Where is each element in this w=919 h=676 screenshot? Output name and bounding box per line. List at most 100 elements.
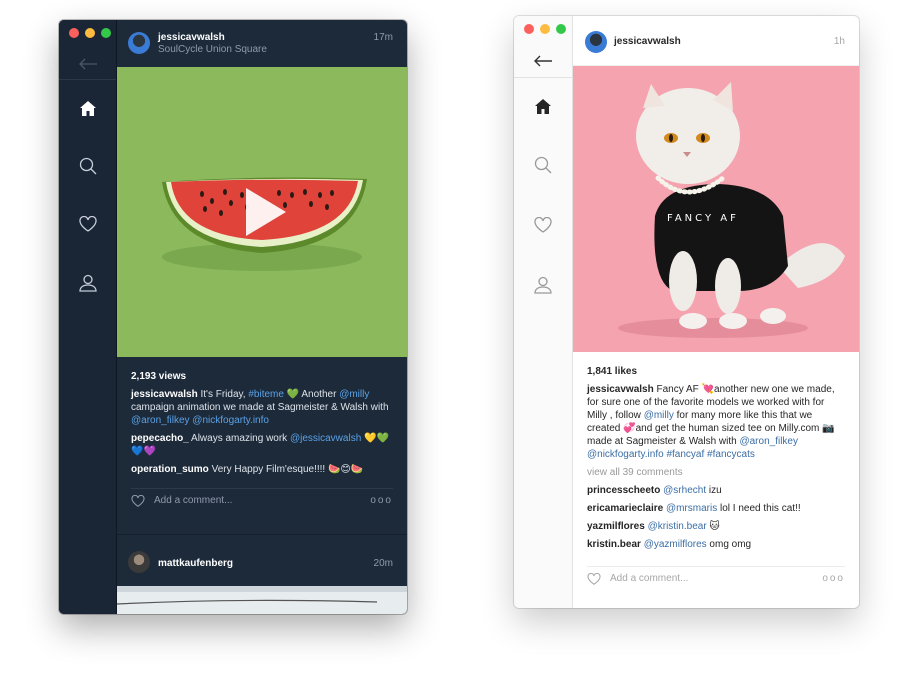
- mention-link[interactable]: @milly: [339, 389, 369, 400]
- back-arrow-icon: [78, 58, 97, 69]
- post-image[interactable]: [117, 586, 407, 614]
- comment-input[interactable]: Add a comment...: [154, 495, 370, 506]
- zoom-window-button[interactable]: [556, 24, 566, 34]
- comment-text: izu: [706, 485, 722, 496]
- post-video[interactable]: [117, 67, 407, 357]
- sidebar: [514, 16, 573, 608]
- search-icon: [534, 156, 552, 174]
- comment-text: Always amazing work: [188, 433, 290, 444]
- sidebar-item-search[interactable]: [514, 147, 572, 183]
- mention-link[interactable]: @kristin.bear: [648, 521, 707, 532]
- avatar[interactable]: [128, 32, 150, 54]
- heart-icon: [78, 216, 97, 232]
- window-controls: [524, 24, 566, 34]
- comment-item: ericamarieclaire @mrsmaris lol I need th…: [587, 502, 845, 515]
- comment-input[interactable]: Add a comment...: [610, 573, 822, 584]
- mention-link[interactable]: @yazmilflores: [644, 539, 707, 550]
- heart-icon[interactable]: [587, 572, 601, 585]
- comment-text: 🐱: [706, 521, 720, 532]
- hashtag-link[interactable]: #fancycats: [707, 449, 755, 460]
- hashtag-link[interactable]: #biteme: [248, 389, 284, 400]
- mention-link[interactable]: @aron_filkey: [739, 436, 798, 447]
- comment-item: yazmilflores @kristin.bear 🐱: [587, 520, 845, 533]
- sidebar-item-search[interactable]: [59, 148, 116, 184]
- feed: jessicavwalsh SoulCycle Union Square 17m: [117, 20, 407, 614]
- heart-icon[interactable]: [131, 494, 145, 507]
- minimize-window-button[interactable]: [540, 24, 550, 34]
- close-window-button[interactable]: [524, 24, 534, 34]
- play-icon[interactable]: [246, 188, 286, 236]
- home-icon: [79, 100, 96, 116]
- post-caption: jessicavwalsh Fancy AF 💘another new one …: [587, 383, 845, 461]
- comment-username[interactable]: ericamarieclaire: [587, 503, 663, 514]
- avatar[interactable]: [128, 551, 150, 573]
- post-image[interactable]: FANCY AF: [573, 66, 859, 352]
- more-icon[interactable]: ooo: [822, 573, 845, 584]
- home-icon: [535, 98, 551, 114]
- sidebar-item-profile[interactable]: [514, 267, 572, 303]
- post-time: 17m: [373, 32, 393, 43]
- sidebar-item-activity[interactable]: [59, 206, 116, 242]
- post-header: jessicavwalsh 1h: [573, 16, 859, 66]
- like-count[interactable]: 1,841 likes: [587, 365, 845, 378]
- view-count: 2,193 views: [131, 371, 187, 382]
- post-meta: 2,193 views jessicavwalsh It's Friday, #…: [131, 370, 393, 481]
- view-all-comments-link[interactable]: view all 39 comments: [587, 466, 845, 479]
- sketch-image: [117, 586, 407, 605]
- mention-link[interactable]: @aron_filkey: [131, 415, 190, 426]
- light-app-window: jessicavwalsh 1h FANCY AF 1,841 likes je…: [514, 16, 859, 608]
- comment-item: kristin.bear @yazmilflores omg omg: [587, 538, 845, 551]
- comment-text: lol I need this cat!!: [717, 503, 801, 514]
- caption-username[interactable]: jessicavwalsh: [131, 389, 198, 400]
- comment-username[interactable]: kristin.bear: [587, 539, 641, 550]
- avatar[interactable]: [585, 31, 607, 53]
- add-comment-bar: Add a comment... ooo: [131, 488, 393, 512]
- mention-link[interactable]: @srhecht: [663, 485, 706, 496]
- add-comment-bar: Add a comment... ooo: [587, 566, 845, 590]
- comment-item: pepecacho_ Always amazing work @jessicav…: [131, 432, 393, 458]
- feed: jessicavwalsh 1h FANCY AF 1,841 likes je…: [573, 16, 859, 608]
- search-icon: [79, 157, 96, 175]
- post-username[interactable]: mattkaufenberg: [158, 558, 233, 569]
- comment-username[interactable]: yazmilflores: [587, 521, 645, 532]
- user-icon: [534, 276, 552, 294]
- sidebar-item-profile[interactable]: [59, 265, 116, 301]
- more-icon[interactable]: ooo: [370, 495, 393, 506]
- caption-text: campaign animation we made at Sagmeister…: [131, 402, 389, 413]
- post-username[interactable]: jessicavwalsh: [614, 36, 681, 47]
- mention-link[interactable]: @jessicavwalsh: [290, 433, 361, 444]
- sidebar-item-activity[interactable]: [514, 207, 572, 243]
- comment-username[interactable]: pepecacho_: [131, 433, 189, 444]
- zoom-window-button[interactable]: [101, 28, 111, 38]
- back-arrow-icon: [534, 55, 552, 66]
- post-divider: [117, 534, 407, 535]
- back-button[interactable]: [59, 48, 116, 80]
- post-username[interactable]: jessicavwalsh: [158, 32, 225, 43]
- post-time: 20m: [373, 558, 393, 569]
- mention-link[interactable]: @nickfogarty.info: [192, 415, 269, 426]
- comment-username[interactable]: operation_sumo: [131, 464, 209, 475]
- sidebar: [59, 20, 117, 614]
- comment-item: operation_sumo Very Happy Film'esque!!!!…: [131, 463, 393, 476]
- back-button[interactable]: [514, 44, 572, 78]
- comment-text: omg omg: [706, 539, 752, 550]
- mention-link[interactable]: @mrsmaris: [666, 503, 717, 514]
- minimize-window-button[interactable]: [85, 28, 95, 38]
- comment-item: princesscheeto @srhecht izu: [587, 484, 845, 497]
- post-location[interactable]: SoulCycle Union Square: [158, 44, 267, 55]
- hashtag-link[interactable]: #fancyaf: [666, 449, 704, 460]
- post-time: 1h: [833, 36, 845, 47]
- post-header: jessicavwalsh SoulCycle Union Square 17m: [117, 20, 407, 68]
- comment-username[interactable]: princesscheeto: [587, 485, 660, 496]
- cat-image: [573, 66, 859, 352]
- close-window-button[interactable]: [69, 28, 79, 38]
- sidebar-item-home[interactable]: [59, 90, 116, 126]
- mention-link[interactable]: @nickfogarty.info: [587, 449, 664, 460]
- post-meta: 1,841 likes jessicavwalsh Fancy AF 💘anot…: [587, 365, 845, 556]
- sidebar-item-home[interactable]: [514, 88, 572, 124]
- caption-username[interactable]: jessicavwalsh: [587, 384, 654, 395]
- mention-link[interactable]: @milly: [644, 410, 674, 421]
- user-icon: [78, 274, 97, 292]
- post-header: mattkaufenberg 20m: [117, 546, 407, 586]
- shirt-text: FANCY AF: [667, 213, 739, 224]
